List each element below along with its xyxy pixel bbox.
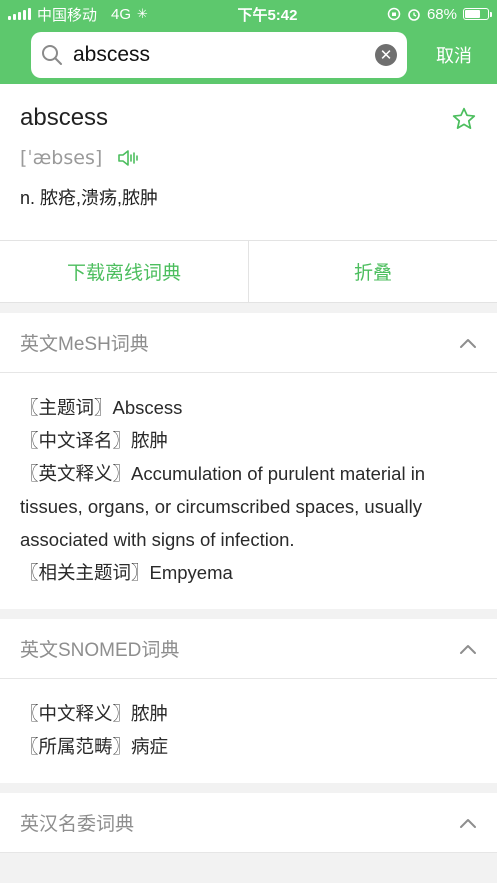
dictionary-section-mesh: 英文MeSH词典 〖主题词〗Abscess 〖中文译名〗脓肿 〖英文释义〗Acc… bbox=[0, 313, 497, 609]
speaker-icon[interactable] bbox=[116, 146, 140, 170]
phonetic-row: [ˈæbses] bbox=[20, 146, 477, 170]
battery-level bbox=[465, 10, 480, 18]
clear-icon[interactable]: ✕ bbox=[375, 44, 397, 66]
word-entry: abscess [ˈæbses] n. 脓疮,溃疡,脓肿 bbox=[0, 84, 497, 240]
search-input[interactable] bbox=[73, 43, 375, 67]
entry-line: 〖中文译名〗脓肿 bbox=[20, 430, 169, 451]
section-header[interactable]: 英汉名委词典 bbox=[0, 793, 497, 853]
collapse-button[interactable]: 折叠 bbox=[249, 241, 497, 302]
orientation-lock-icon bbox=[387, 7, 401, 21]
chevron-up-icon[interactable] bbox=[459, 643, 477, 655]
headword: abscess bbox=[20, 104, 109, 131]
network-label: 4G bbox=[111, 5, 132, 23]
entry-line: 〖相关主题词〗Empyema bbox=[20, 562, 233, 583]
section-body: 〖主题词〗Abscess 〖中文译名〗脓肿 〖英文释义〗Accumulation… bbox=[0, 373, 497, 609]
definition: n. 脓疮,溃疡,脓肿 bbox=[20, 188, 159, 208]
carrier-label: 中国移动 bbox=[37, 6, 98, 24]
status-left: 中国移动 4G ✳ bbox=[8, 4, 148, 25]
download-offline-dictionary-button[interactable]: 下载离线词典 bbox=[0, 241, 248, 302]
star-outline-icon[interactable] bbox=[451, 106, 477, 132]
chevron-up-icon[interactable] bbox=[459, 337, 477, 349]
signal-icon bbox=[8, 8, 31, 20]
phonetic: [ˈæbses] bbox=[20, 147, 103, 169]
section-header[interactable]: 英文MeSH词典 bbox=[0, 313, 497, 373]
search-row: ✕ 取消 bbox=[0, 28, 497, 78]
status-right: 68% bbox=[387, 5, 492, 23]
status-time: 下午5:42 bbox=[237, 6, 298, 24]
loading-icon: ✳ bbox=[137, 6, 148, 21]
top-bar: 中国移动 4G ✳ 下午5:42 68% abscess ✕ 取消 bbox=[0, 0, 497, 84]
section-body: 〖中文释义〗脓肿 〖所属范畴〗病症 bbox=[0, 679, 497, 783]
cancel-button[interactable]: 取消 bbox=[436, 42, 472, 68]
entry-line: 〖主题词〗Abscess bbox=[20, 397, 183, 418]
entry-line: 〖中文释义〗脓肿 bbox=[20, 703, 169, 724]
chevron-up-icon[interactable] bbox=[459, 817, 477, 829]
battery-percent: 68% bbox=[426, 5, 457, 23]
status-bar: 中国移动 4G ✳ 下午5:42 68% bbox=[0, 0, 497, 28]
alarm-icon bbox=[408, 9, 420, 21]
dictionary-section-terminology: 英汉名委词典 bbox=[0, 793, 497, 853]
search-box[interactable]: ✕ bbox=[31, 32, 407, 78]
section-title: 英文SNOMED词典 bbox=[20, 640, 180, 661]
section-title: 英汉名委词典 bbox=[20, 814, 135, 835]
action-row: 下载离线词典 折叠 bbox=[0, 240, 497, 303]
entry-line: 〖英文释义〗Accumulation of purulent material … bbox=[20, 463, 426, 550]
search-icon bbox=[42, 45, 62, 65]
section-header[interactable]: 英文SNOMED词典 bbox=[0, 619, 497, 679]
entry-line: 〖所属范畴〗病症 bbox=[20, 736, 169, 757]
section-title: 英文MeSH词典 bbox=[20, 334, 149, 355]
dictionary-section-snomed: 英文SNOMED词典 〖中文释义〗脓肿 〖所属范畴〗病症 bbox=[0, 619, 497, 783]
battery-icon bbox=[463, 8, 492, 20]
